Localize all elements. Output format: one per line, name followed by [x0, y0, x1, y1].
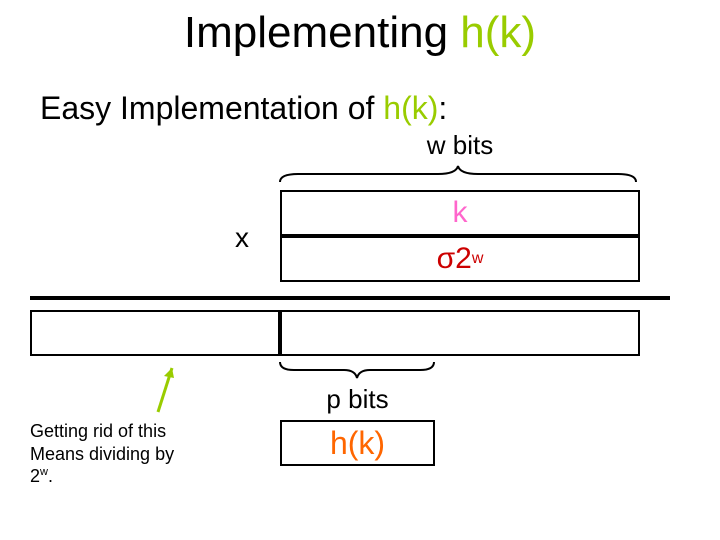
title-text: Implementing	[184, 8, 460, 57]
title-hk: h(k)	[460, 8, 536, 57]
caption-line2: Means dividing by	[30, 444, 174, 464]
cell-sigma2w: σ2w	[280, 236, 640, 282]
slide: Implementing h(k) Easy Implementation of…	[0, 0, 720, 540]
subtitle-hk: h(k)	[383, 90, 438, 126]
caption-line3-suffix: .	[48, 466, 53, 486]
result-left-cell	[30, 310, 280, 356]
multiply-rule	[30, 296, 670, 300]
brace-top-icon	[278, 164, 638, 184]
p-bits-label: p bits	[280, 384, 435, 415]
result-hk-box: h(k)	[280, 420, 435, 466]
subtitle-prefix: Easy Implementation of	[40, 90, 383, 126]
w-bits-label: w bits	[280, 130, 640, 161]
cell-sigma-sigma: σ	[437, 242, 456, 276]
multiply-symbol: x	[235, 222, 249, 254]
cell-sigma-two: 2	[455, 242, 472, 276]
result-right-cell	[280, 310, 640, 356]
brace-bottom-icon	[278, 360, 436, 380]
caption-line3-prefix: 2	[30, 466, 40, 486]
arrow-icon	[150, 362, 180, 417]
result-hk-text: h(k)	[330, 425, 385, 462]
subtitle-colon: :	[438, 90, 447, 126]
cell-k-text: k	[453, 196, 468, 230]
caption: Getting rid of this Means dividing by 2w…	[30, 420, 240, 488]
caption-line3-exp: w	[40, 466, 48, 478]
caption-line1: Getting rid of this	[30, 421, 166, 441]
slide-subtitle: Easy Implementation of h(k):	[40, 90, 447, 127]
cell-k: k	[280, 190, 640, 236]
slide-title: Implementing h(k)	[0, 8, 720, 58]
cell-sigma-exp: w	[472, 250, 484, 268]
